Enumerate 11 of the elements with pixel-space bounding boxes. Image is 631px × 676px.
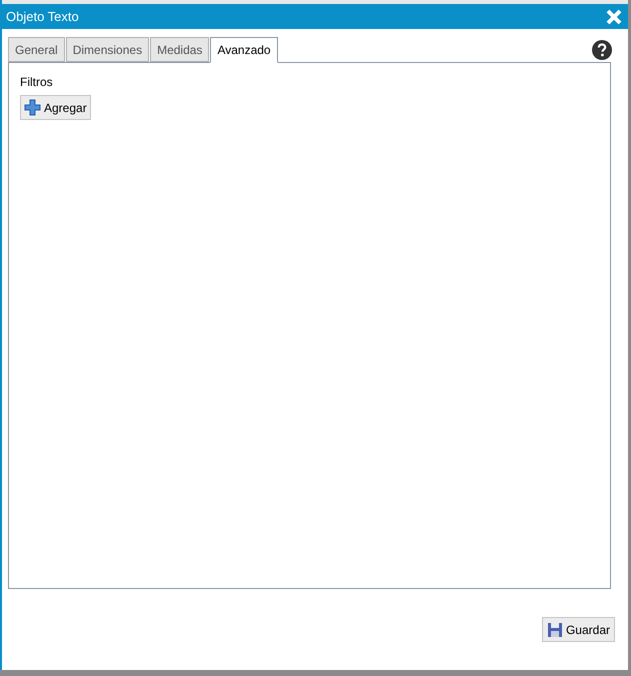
save-button[interactable]: Guardar <box>542 617 615 642</box>
filters-label: Filtros <box>20 74 53 91</box>
tab[interactable]: Medidas <box>150 37 210 62</box>
tab[interactable]: Avanzado <box>210 37 278 63</box>
window-title: Objeto Texto <box>6 8 79 26</box>
add-button[interactable]: Agregar <box>20 95 91 120</box>
tab[interactable]: General <box>8 37 65 62</box>
help-icon[interactable] <box>592 40 612 60</box>
tab[interactable]: Dimensiones <box>66 37 150 62</box>
plus-icon <box>24 99 41 116</box>
close-icon[interactable] <box>606 8 622 24</box>
